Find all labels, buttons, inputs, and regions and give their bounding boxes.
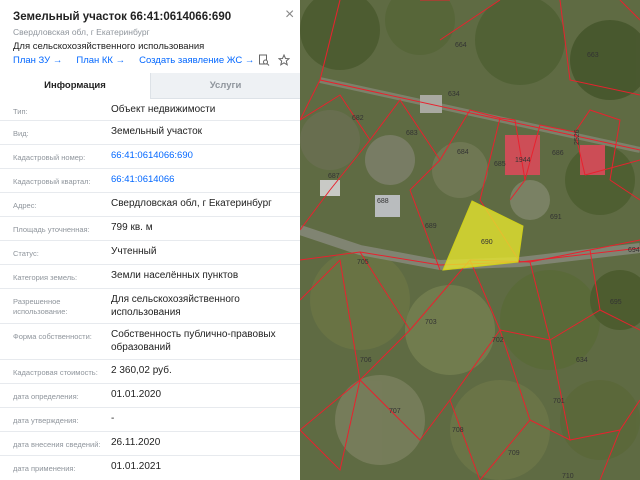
parcel-label: 694 [628,247,640,254]
parcel-label: 685 [494,161,506,168]
field-label: Категория земель: [13,273,78,282]
field-value: Учтенный [111,246,157,257]
field-label: дата внесения сведений: [13,440,101,449]
tool-icons [258,54,290,66]
cadastral-quarter-link[interactable]: 66:41:0614066 [111,174,291,187]
field-value: - [111,413,115,424]
field-label: Адрес: [13,201,37,210]
row-determination-date: дата определения: 01.01.2020 [0,384,300,408]
field-value: 799 кв. м [111,222,153,233]
row-land-category: Категория земель: Земли населённых пункт… [0,265,300,289]
field-label: Тип: [13,107,28,116]
cadastral-number-link[interactable]: 66:41:0614066:690 [111,150,291,163]
field-value: 01.01.2020 [111,389,162,400]
field-value: Объект недвижимости [111,104,216,115]
create-application-link[interactable]: Создать заявление ЖС → [139,55,254,69]
field-label: Разрешенное использование: [13,297,68,316]
page-title: Земельный участок 66:41:0614066:690 [13,11,232,23]
field-label: дата применения: [13,464,76,473]
row-area: Площадь уточненная: 799 кв. м [0,217,300,241]
row-entry-date: дата внесения сведений: 26.11.2020 [0,432,300,456]
purpose-text: Для сельскохозяйственного использования [13,41,205,52]
field-label: Площадь уточненная: [13,225,90,234]
parcel-label: 708 [452,427,464,434]
parcel-label: 664 [455,42,467,49]
parcel-label: 682 [352,115,364,122]
parcel-label: 663 [587,52,599,59]
parcel-label: 709 [508,450,520,457]
parcel-label: 686 [552,150,564,157]
field-label: Вид: [13,129,29,138]
action-links: План ЗУ → План КК → Создать заявление ЖС… [13,55,254,69]
field-value: Свердловская обл, г Екатеринбург [111,198,272,209]
field-value: 01.01.2021 [111,461,162,472]
address-subtitle: Свердловская обл, г Екатеринбург [13,27,150,37]
field-label: дата определения: [13,392,79,401]
field-value: 2 360,02 руб. [111,365,172,376]
field-value: Земельный участок [111,126,203,137]
parcel-label: 706 [360,357,372,364]
plan-kk-link[interactable]: План КК → [76,55,125,69]
row-approval-date: дата утверждения: - [0,408,300,432]
field-value: Земли населённых пунктов [111,270,239,281]
tab-services[interactable]: Услуги [150,73,300,99]
parcel-label: 687 [328,173,340,180]
parcel-label: 691 [550,214,562,221]
parcel-label: 701 [553,398,565,405]
field-value: Для сельскохозяйственного использования [111,294,240,318]
parcel-label: 634 [448,91,460,98]
parcel-label: 702 [492,337,504,344]
parcel-label: 683 [406,130,418,137]
parcel-label: 634 [576,357,588,364]
row-cadastral-quarter: Кадастровый квартал: 66:41:0614066 [0,169,300,193]
cadastral-map[interactable]: 664 663 634 682 683 684 685 1944 686 252… [300,0,640,480]
parcel-label: 690 [481,239,493,246]
row-address: Адрес: Свердловская обл, г Екатеринбург [0,193,300,217]
row-application-date: дата применения: 01.01.2021 [0,456,300,480]
close-icon[interactable]: × [285,7,294,23]
field-label: Кадастровый номер: [13,153,86,162]
row-cadastral-value: Кадастровая стоимость: 2 360,02 руб. [0,360,300,384]
row-permitted-use: Разрешенное использование: Для сельскохо… [0,289,300,324]
parcel-label: 703 [425,319,437,326]
parcel-label: 707 [389,408,401,415]
field-label: Статус: [13,249,39,258]
parcel-label: 710 [562,473,574,480]
parcel-label: 689 [425,223,437,230]
field-label: Кадастровый квартал: [13,177,91,186]
row-type: Тип: Объект недвижимости [0,99,300,121]
search-document-icon[interactable] [258,54,270,66]
field-label: Форма собственности: [13,332,92,341]
property-info-list: Тип: Объект недвижимости Вид: Земельный … [0,99,300,480]
parcel-label: 695 [610,299,622,306]
parcel-label: 684 [457,149,469,156]
parcel-label: 1944 [515,157,531,164]
row-cadastral-number: Кадастровый номер: 66:41:0614066:690 [0,145,300,169]
star-icon[interactable] [278,54,290,66]
field-value: Собственность публично-правовых образова… [111,329,276,353]
tab-information[interactable]: Информация [0,73,150,99]
row-ownership-form: Форма собственности: Собственность публи… [0,324,300,360]
row-status: Статус: Учтенный [0,241,300,265]
info-panel: Земельный участок 66:41:0614066:690 × Св… [0,0,301,480]
tab-bar: Информация Услуги [0,73,300,99]
field-label: дата утверждения: [13,416,79,425]
field-value: 26.11.2020 [111,437,161,448]
parcel-label: 688 [377,198,389,205]
parcel-label: 705 [357,259,369,266]
plan-zu-link[interactable]: План ЗУ → [13,55,62,69]
row-kind: Вид: Земельный участок [0,121,300,145]
parcel-label: 2526 [574,129,581,145]
field-label: Кадастровая стоимость: [13,368,98,377]
